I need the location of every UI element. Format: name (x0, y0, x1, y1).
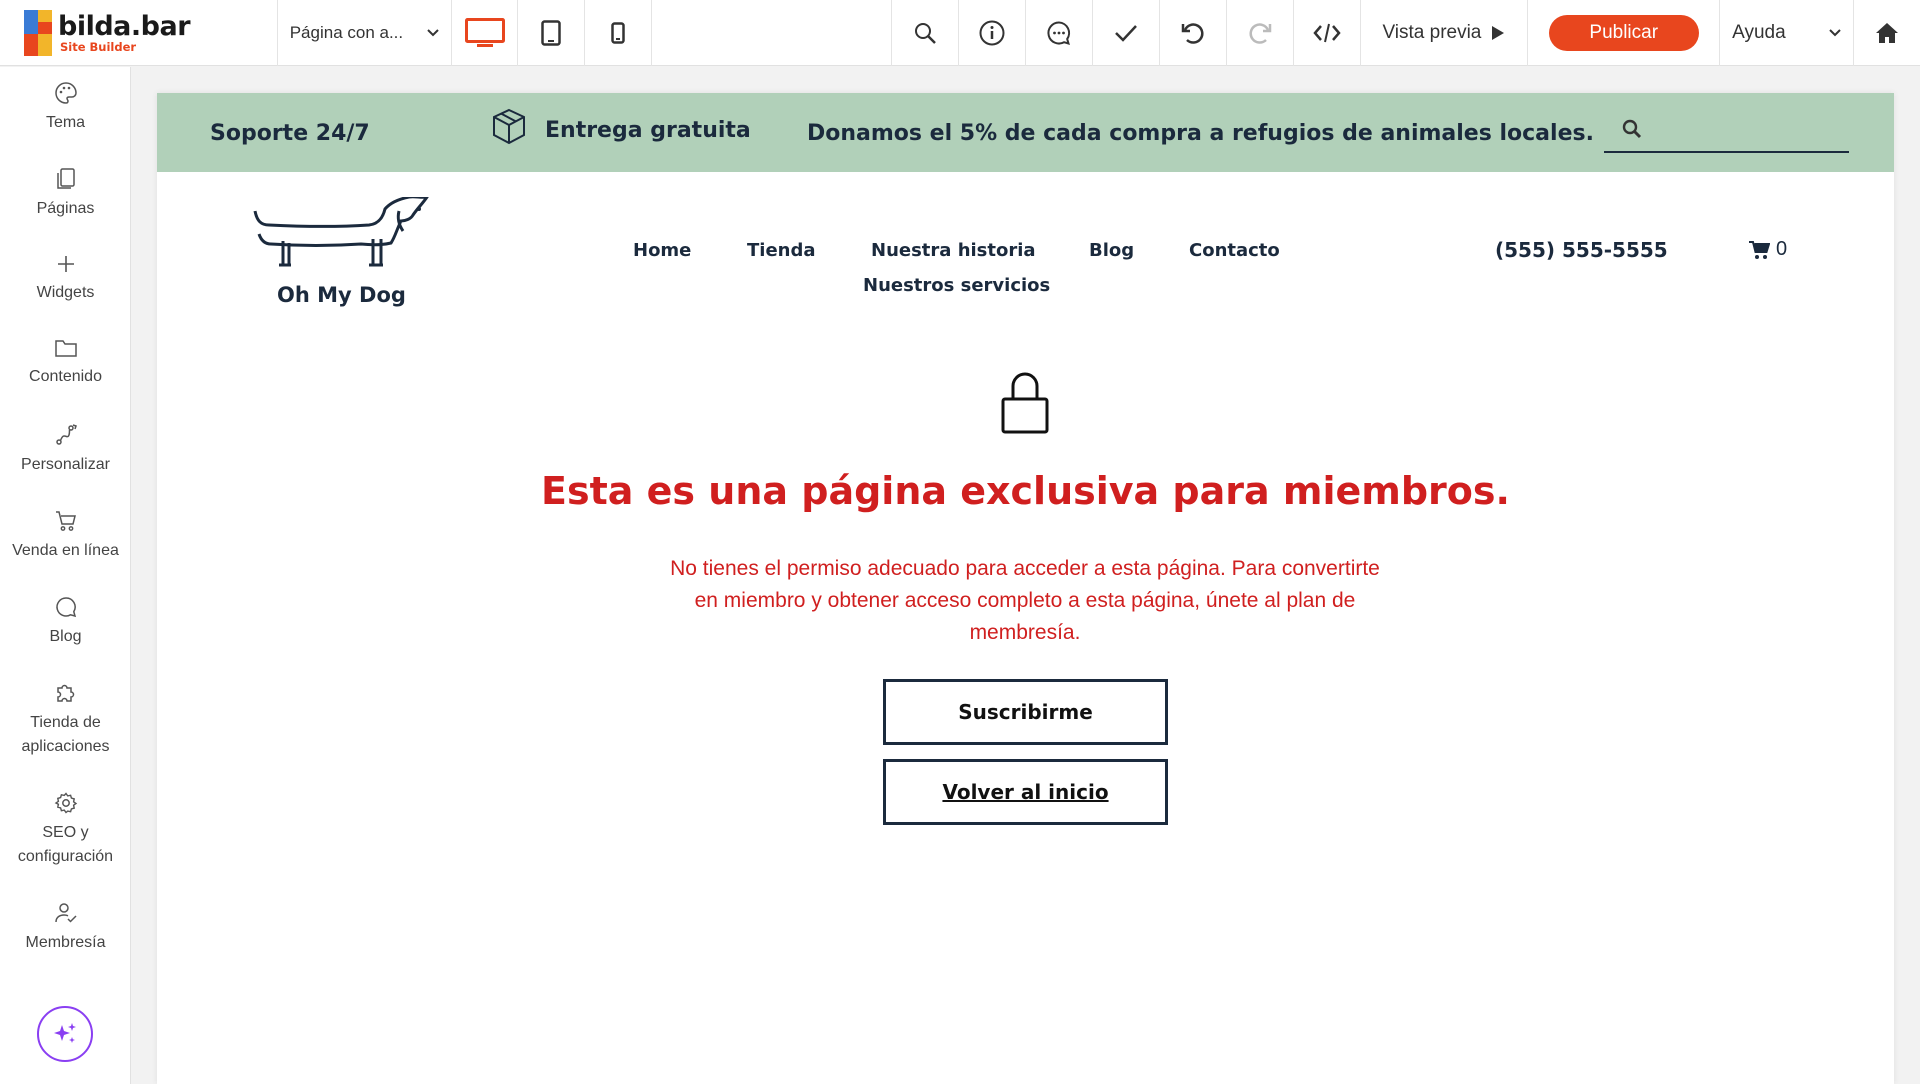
sidebar-item-label: Páginas (36, 200, 95, 217)
tablet-view-button[interactable] (518, 0, 586, 66)
box-icon (493, 108, 525, 145)
member-icon (54, 903, 77, 923)
promo-bar: Soporte 24/7 Entrega gratuita Donamos el… (157, 93, 1894, 172)
sidebar-item-label: SEO y configuración (17, 824, 114, 865)
redo-button[interactable] (1227, 0, 1294, 66)
undo-icon (1181, 23, 1204, 44)
app-logo: bilda.bar Site Builder (0, 0, 278, 66)
cart-icon (1749, 240, 1770, 259)
checkmark-icon (1114, 25, 1137, 42)
folder-icon (54, 340, 77, 357)
sidebar-item-widgets[interactable]: Widgets (0, 253, 131, 305)
members-only-message: No tienes el permiso adecuado para acced… (670, 557, 1380, 644)
undo-button[interactable] (1160, 0, 1227, 66)
nav-item-blog[interactable]: Blog (1089, 240, 1134, 261)
plus-icon (57, 256, 74, 272)
sidebar-item-seo[interactable]: SEO y configuración (0, 791, 131, 869)
pages-icon (56, 168, 75, 189)
mobile-view-button[interactable] (585, 0, 653, 66)
nav-item-tienda[interactable]: Tienda (747, 240, 816, 261)
sidebar-item-tema[interactable]: Tema (0, 81, 131, 135)
search-icon (915, 23, 936, 44)
mobile-icon (611, 22, 626, 44)
puzzle-icon (56, 684, 74, 702)
gear-icon (54, 792, 77, 814)
tablet-icon (541, 20, 562, 46)
cart-icon (55, 511, 76, 531)
donation-text: Donamos el 5% de cada compra a refugios … (807, 121, 1594, 146)
sidebar-item-tienda-de-aplicaciones[interactable]: Tienda de aplicaciones (0, 681, 131, 759)
dog-logo-icon (253, 197, 429, 267)
left-sidebar: Tema Páginas Widgets Contenido Personali… (0, 67, 131, 1084)
sidebar-item-label: Contenido (29, 368, 102, 385)
desktop-view-button[interactable] (452, 0, 519, 66)
help-label: Ayuda (1732, 22, 1786, 43)
sidebar-item-label: Blog (49, 628, 82, 645)
sidebar-item-label: Personalizar (21, 456, 110, 473)
cart-count: 0 (1776, 238, 1788, 260)
ai-assistant-button[interactable] (37, 1006, 93, 1062)
info-icon (979, 20, 1005, 46)
site-search-field[interactable] (1604, 113, 1849, 153)
sidebar-item-paginas[interactable]: Páginas (0, 167, 131, 221)
subscribe-label: Suscribirme (958, 700, 1093, 724)
sidebar-item-label: Membresía (25, 934, 106, 951)
back-home-button[interactable]: Volver al inicio (883, 759, 1168, 825)
sidebar-item-personalizar[interactable]: Personalizar (0, 423, 131, 477)
members-only-title: Esta es una página exclusiva para miembr… (541, 469, 1510, 513)
desktop-icon (464, 18, 505, 47)
sidebar-item-contenido[interactable]: Contenido (0, 337, 131, 389)
app-logo-subtitle: Site Builder (60, 39, 137, 54)
info-button[interactable] (959, 0, 1026, 66)
subscribe-button[interactable]: Suscribirme (883, 679, 1168, 745)
sidebar-item-blog[interactable]: Blog (0, 595, 131, 649)
play-icon (1492, 26, 1505, 40)
nav-item-contacto[interactable]: Contacto (1189, 240, 1280, 261)
sparkle-icon (54, 1023, 76, 1043)
preview-label: Vista previa (1382, 22, 1482, 43)
site-phone[interactable]: (555) 555-5555 (1495, 238, 1668, 262)
nav-item-nuestra-historia[interactable]: Nuestra historia (871, 240, 1036, 261)
sidebar-item-label: Tienda de aplicaciones (21, 714, 110, 755)
comments-button[interactable] (1026, 0, 1093, 66)
bildabar-logo-icon (24, 10, 54, 56)
toolbar-spacer (652, 0, 893, 66)
chevron-down-icon (426, 29, 439, 37)
home-button[interactable] (1854, 0, 1920, 66)
site-cart[interactable]: 0 (1748, 238, 1787, 261)
site-brand-name: Oh My Dog (277, 283, 406, 307)
palette-icon (54, 82, 77, 104)
back-home-label: Volver al inicio (942, 780, 1109, 804)
chevron-down-icon (1829, 29, 1841, 37)
sidebar-item-label: Venda en línea (12, 542, 119, 559)
publish-button[interactable]: Publicar (1548, 15, 1699, 51)
code-icon (1312, 23, 1341, 43)
page-select-value: Página con a... (289, 23, 404, 42)
home-icon (1875, 23, 1898, 43)
customize-icon (55, 424, 77, 445)
nav-item-home[interactable]: Home (633, 240, 691, 261)
top-toolbar: bilda.bar Site Builder Página con a... V… (0, 0, 1920, 66)
site-canvas: Soporte 24/7 Entrega gratuita Donamos el… (157, 93, 1894, 1084)
code-button[interactable] (1294, 0, 1361, 66)
page-select[interactable]: Página con a... (278, 0, 452, 66)
sidebar-item-label: Widgets (36, 284, 95, 301)
app-logo-name: bilda.bar (58, 10, 191, 42)
help-menu[interactable]: Ayuda (1720, 0, 1854, 66)
sidebar-item-venda-en-linea[interactable]: Venda en línea (0, 509, 131, 563)
comment-icon (1047, 21, 1070, 45)
sidebar-item-membresia[interactable]: Membresía (0, 901, 131, 955)
check-button[interactable] (1093, 0, 1160, 66)
delivery-text: Entrega gratuita (545, 118, 751, 143)
redo-icon (1249, 23, 1271, 44)
publish-cell: Publicar (1528, 0, 1721, 66)
search-button[interactable] (892, 0, 959, 66)
sidebar-item-label: Tema (45, 114, 86, 131)
lock-icon (1001, 372, 1049, 434)
support-text: Soporte 24/7 (210, 121, 370, 146)
nav-item-nuestros-servicios[interactable]: Nuestros servicios (863, 275, 1050, 296)
search-icon (1622, 119, 1642, 139)
chat-bubble-icon (55, 597, 76, 618)
preview-button[interactable]: Vista previa (1361, 0, 1529, 66)
